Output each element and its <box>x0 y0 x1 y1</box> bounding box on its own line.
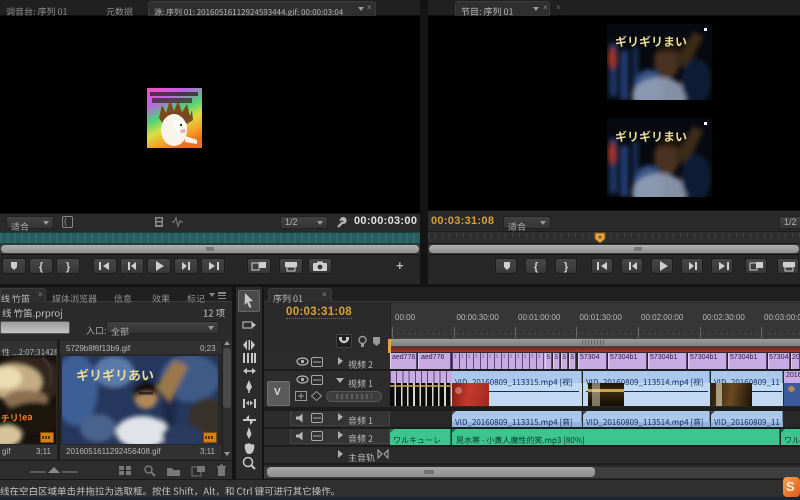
svg-text:{: { <box>39 261 44 273</box>
svg-text:}: } <box>564 261 569 273</box>
svg-text:{: { <box>534 261 539 273</box>
svg-text:}: } <box>66 261 71 273</box>
